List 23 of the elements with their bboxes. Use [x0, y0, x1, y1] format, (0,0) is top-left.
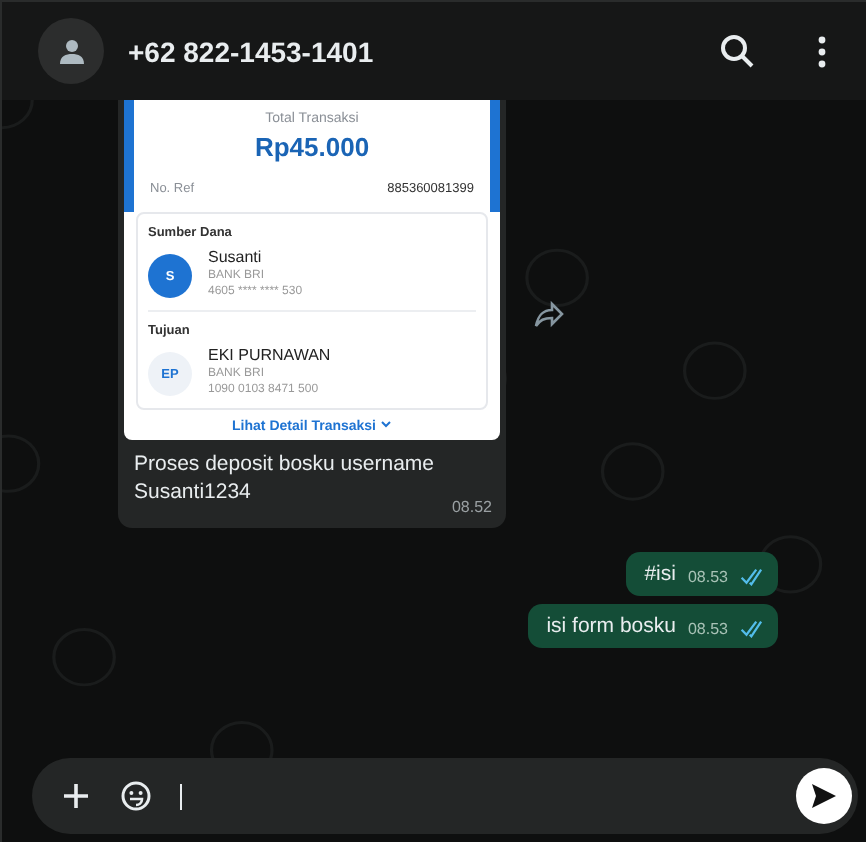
message-text: #isi: [644, 562, 676, 586]
message-time: 08.53: [687, 620, 728, 638]
contact-name[interactable]: +62 822-1453-1401: [128, 35, 674, 67]
sticker-icon[interactable]: [120, 780, 152, 812]
message-time: 08.52: [451, 498, 492, 516]
send-button[interactable]: [796, 768, 852, 824]
message-caption: Proses deposit bosku username Susanti1234: [132, 450, 436, 506]
message-text: isi form bosku: [546, 614, 676, 638]
person-icon: [57, 37, 85, 65]
contact-avatar[interactable]: [38, 18, 104, 84]
message-bubble[interactable]: #isi 08.53: [626, 552, 778, 596]
chevron-down-icon: [379, 420, 392, 430]
search-icon[interactable]: [718, 31, 758, 71]
forward-icon[interactable]: [534, 300, 566, 328]
send-icon: [810, 782, 838, 810]
message-bubble[interactable]: isi form bosku 08.53: [528, 604, 778, 648]
plus-icon[interactable]: [60, 780, 92, 812]
account-name: Susanti: [208, 248, 264, 266]
image-message-bubble[interactable]: [118, 100, 506, 528]
total-amount: Rp45.000: [254, 132, 370, 162]
text-cursor: [180, 783, 182, 809]
account-name: EKI PURNAWAN: [208, 346, 331, 364]
message-time: 08.53: [687, 568, 728, 586]
